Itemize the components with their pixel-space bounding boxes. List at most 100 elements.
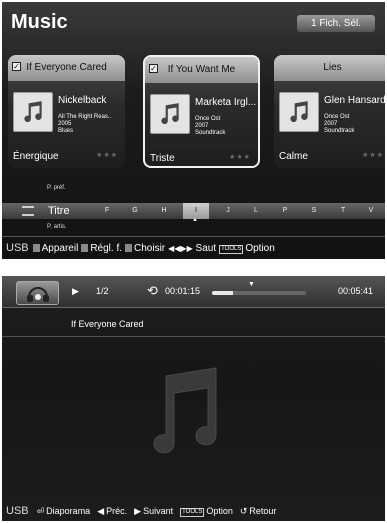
square-icon	[32, 243, 40, 252]
player-status-bar: ▶ 1/2 ⟲ 00:01:15 ▼ 00:05:41	[2, 276, 385, 308]
song-title: If Everyone Cared	[71, 319, 144, 329]
option-button[interactable]: TOOLS Option	[219, 243, 275, 254]
card-artist: Marketa Irgl...	[195, 97, 257, 108]
music-browser-screen: Music 1 Fich. Sél. ✓ If Everyone Cared N…	[2, 2, 385, 259]
previous-button[interactable]: ◀ Préc.	[97, 506, 127, 517]
page-title: Music	[11, 11, 68, 33]
letter-index[interactable]: P	[275, 203, 295, 219]
letter-index[interactable]: L	[246, 203, 266, 219]
jump-button[interactable]: ◀◀▶▶ Saut	[168, 243, 216, 254]
return-label: Retour	[249, 505, 277, 516]
device-button[interactable]: Appareil	[32, 242, 79, 254]
square-icon	[125, 243, 133, 252]
sort-current[interactable]: Titre	[48, 204, 70, 218]
card-mood: Triste	[150, 153, 175, 164]
music-card[interactable]: Lies Glen Hansard Once Ost 2007 Soundtra…	[274, 55, 385, 168]
progress-bar[interactable]	[212, 291, 306, 295]
music-card-selected[interactable]: ✓ If You Want Me Marketa Irgl... Once Os…	[143, 55, 260, 168]
player-footer: USB ⏎ Diaporama ◀ Préc. ▶ Suivant TOOLS Opti…	[2, 501, 385, 521]
slideshow-button[interactable]: ⏎ Diaporama	[37, 506, 91, 517]
rating-stars-icon: ★★★	[96, 152, 118, 159]
previous-label: Préc.	[106, 505, 128, 516]
sort-icon	[22, 206, 34, 216]
card-album: All The Right Reas..	[58, 114, 112, 120]
return-icon: ↺	[239, 505, 248, 516]
card-year: 2007	[324, 121, 338, 127]
device-label: Appareil	[41, 242, 79, 254]
rating-stars-icon: ★★★	[229, 154, 251, 161]
return-button[interactable]: ↺ Retour	[240, 506, 277, 517]
letter-index[interactable]: G	[125, 203, 145, 219]
next-label: Suivant	[143, 505, 174, 516]
jump-label: Saut	[195, 242, 217, 254]
card-album: Once Ost	[195, 116, 221, 122]
divider	[2, 336, 385, 337]
card-year: 2005	[58, 121, 72, 127]
card-meta: Once Ost 2007 Soundtrack	[195, 116, 225, 137]
card-title: If You Want Me	[167, 64, 236, 75]
progress-fill	[212, 291, 233, 295]
option-label: Option	[245, 242, 275, 254]
option-label: Option	[206, 505, 233, 516]
tools-icon: TOOLS	[219, 244, 244, 254]
enter-icon: ⏎	[36, 505, 45, 516]
choose-label: Choisir	[134, 242, 166, 254]
selected-files-button[interactable]: 1 Fich. Sél.	[297, 15, 375, 32]
letter-index[interactable]: J	[218, 203, 238, 219]
rating-stars-icon: ★★★	[362, 152, 384, 159]
letter-index[interactable]: T	[333, 203, 353, 219]
music-note-icon	[153, 367, 217, 454]
letter-index[interactable]: S	[304, 203, 324, 219]
browser-footer: USB Appareil Régl. f. Choisir ◀◀▶▶ Saut …	[2, 236, 385, 259]
card-artist: Glen Hansard	[324, 95, 385, 106]
square-icon	[81, 243, 89, 252]
option-button[interactable]: TOOLS Option	[180, 506, 233, 517]
next-icon: ▶	[134, 505, 142, 516]
play-icon[interactable]: ▶	[72, 286, 79, 297]
track-index: 1/2	[96, 286, 109, 296]
choose-button[interactable]: Choisir	[125, 243, 165, 254]
card-genre: Soundtrack	[324, 128, 355, 134]
slideshow-label: Diaporama	[46, 505, 91, 516]
letter-index[interactable]: H	[154, 203, 174, 219]
source-label: USB	[6, 505, 29, 517]
total-time: 00:05:41	[338, 286, 374, 296]
card-album: Once Ost	[324, 114, 350, 120]
checkbox-icon[interactable]: ✓	[149, 64, 158, 73]
card-artist: Nickelback	[58, 95, 107, 106]
card-mood: Énergique	[13, 151, 59, 162]
music-note-icon	[150, 94, 190, 134]
card-title-bar: Lies	[274, 55, 385, 81]
music-note-icon	[13, 92, 53, 132]
card-genre: Soundtrack	[195, 130, 226, 136]
sort-settings-button[interactable]: Régl. f.	[81, 243, 122, 254]
previous-icon: ◀	[97, 505, 105, 516]
checkbox-icon[interactable]: ✓	[12, 62, 21, 71]
sort-settings-label: Régl. f.	[90, 242, 123, 254]
card-title: Lies	[323, 62, 342, 73]
music-player-screen: ▶ 1/2 ⟲ 00:01:15 ▼ 00:05:41 If Everyone …	[2, 276, 385, 521]
card-meta: All The Right Reas.. 2005 Blues	[58, 114, 111, 135]
letter-index[interactable]: V	[361, 203, 381, 219]
letter-index[interactable]: F	[97, 203, 117, 219]
music-note-icon	[279, 92, 319, 132]
card-title-bar: ✓ If Everyone Cared	[8, 55, 125, 81]
card-mood: Calme	[279, 151, 308, 162]
card-year: 2007	[195, 123, 209, 129]
card-genre: Blues	[58, 128, 74, 134]
sort-option-next[interactable]: P. artis.	[47, 224, 67, 230]
source-label: USB	[6, 242, 29, 254]
skip-arrows-icon: ◀◀▶▶	[168, 243, 193, 253]
progress-pointer-icon: ▼	[248, 281, 255, 288]
card-title: If Everyone Cared	[26, 62, 107, 73]
next-button[interactable]: ▶ Suivant	[134, 506, 173, 517]
elapsed-time: 00:01:15	[165, 286, 201, 296]
repeat-icon[interactable]: ⟲	[147, 283, 158, 299]
card-title-bar: ✓ If You Want Me	[145, 57, 258, 83]
tools-icon: TOOLS	[180, 507, 205, 517]
headphones-icon	[16, 281, 59, 305]
arrow-up-icon: ▲	[192, 217, 198, 223]
music-card[interactable]: ✓ If Everyone Cared Nickelback All The R…	[8, 55, 125, 168]
card-meta: Once Ost 2007 Soundtrack	[324, 114, 354, 135]
sort-option-prev[interactable]: P. préf.	[47, 185, 66, 191]
